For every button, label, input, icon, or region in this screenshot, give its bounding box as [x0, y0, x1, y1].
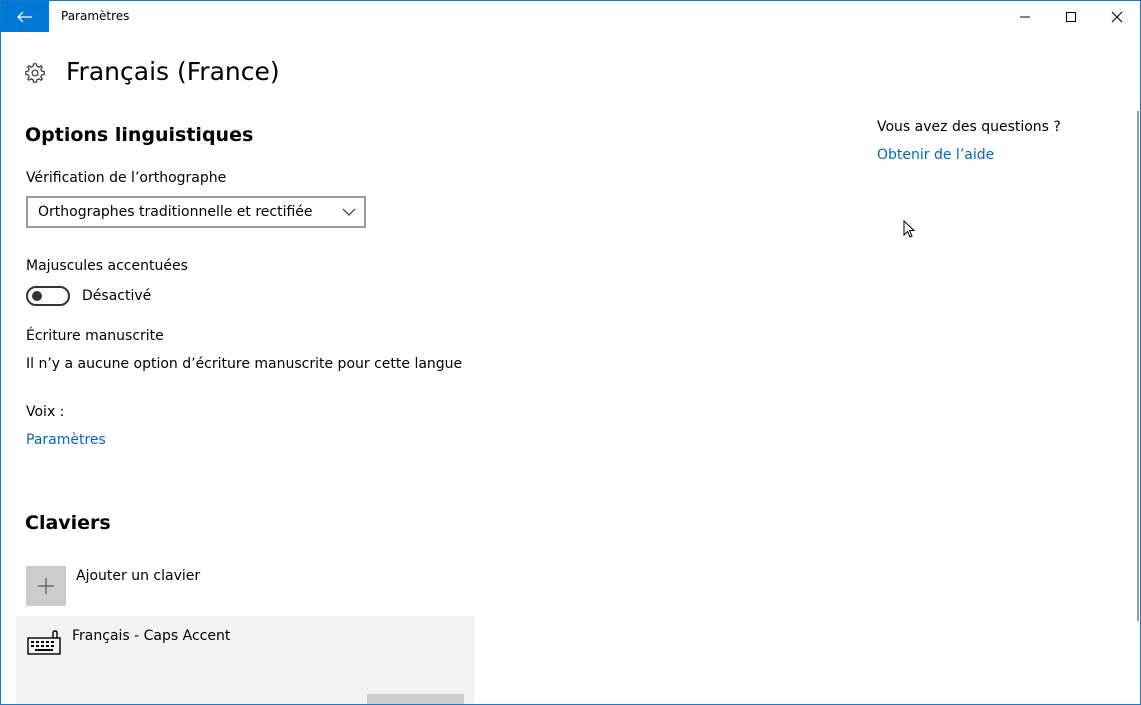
keyboard-icon	[27, 630, 61, 655]
spellcheck-selected-value: Orthographes traditionnelle et rectifiée	[38, 204, 313, 220]
toggle-knob	[32, 291, 42, 301]
maximize-button[interactable]	[1048, 1, 1094, 32]
gear-icon	[25, 63, 45, 83]
add-keyboard-button[interactable]	[26, 566, 66, 606]
page-title: Français (France)	[66, 57, 280, 86]
spellcheck-label: Vérification de l’orthographe	[26, 170, 227, 186]
accented-caps-toggle[interactable]	[26, 286, 70, 306]
accented-caps-state: Désactivé	[82, 288, 152, 304]
window-title: Paramètres	[61, 9, 130, 23]
minimize-icon	[1020, 16, 1030, 17]
close-icon	[1111, 11, 1123, 22]
handwriting-text: Il n’y a aucune option d’écriture manusc…	[26, 356, 463, 372]
title-bar: Paramètres	[1, 1, 1140, 32]
voice-settings-link[interactable]: Paramètres	[26, 432, 106, 448]
keyboard-action-button[interactable]	[367, 694, 464, 704]
scrollbar[interactable]	[1137, 111, 1139, 621]
mouse-cursor-icon	[903, 220, 916, 238]
keyboards-heading: Claviers	[25, 512, 111, 534]
voice-label: Voix :	[26, 404, 65, 420]
close-button[interactable]	[1094, 1, 1140, 32]
settings-window: Paramètres Français (France) Options lin…	[0, 0, 1141, 705]
plus-icon	[38, 578, 54, 594]
spellcheck-dropdown[interactable]: Orthographes traditionnelle et rectifiée	[26, 196, 366, 228]
chevron-down-icon	[342, 208, 356, 216]
handwriting-label: Écriture manuscrite	[26, 328, 164, 344]
add-keyboard-label[interactable]: Ajouter un clavier	[76, 568, 200, 584]
accented-caps-label: Majuscules accentuées	[26, 258, 188, 274]
back-button[interactable]	[1, 1, 49, 32]
back-arrow-icon	[17, 11, 32, 22]
keyboard-list-item[interactable]: Français - Caps Accent	[16, 616, 474, 704]
language-options-heading: Options linguistiques	[25, 124, 254, 146]
maximize-icon	[1066, 11, 1076, 22]
get-help-link[interactable]: Obtenir de l’aide	[877, 147, 994, 163]
keyboard-item-label: Français - Caps Accent	[72, 628, 231, 644]
help-question: Vous avez des questions ?	[877, 119, 1061, 135]
minimize-button[interactable]	[1002, 1, 1048, 32]
